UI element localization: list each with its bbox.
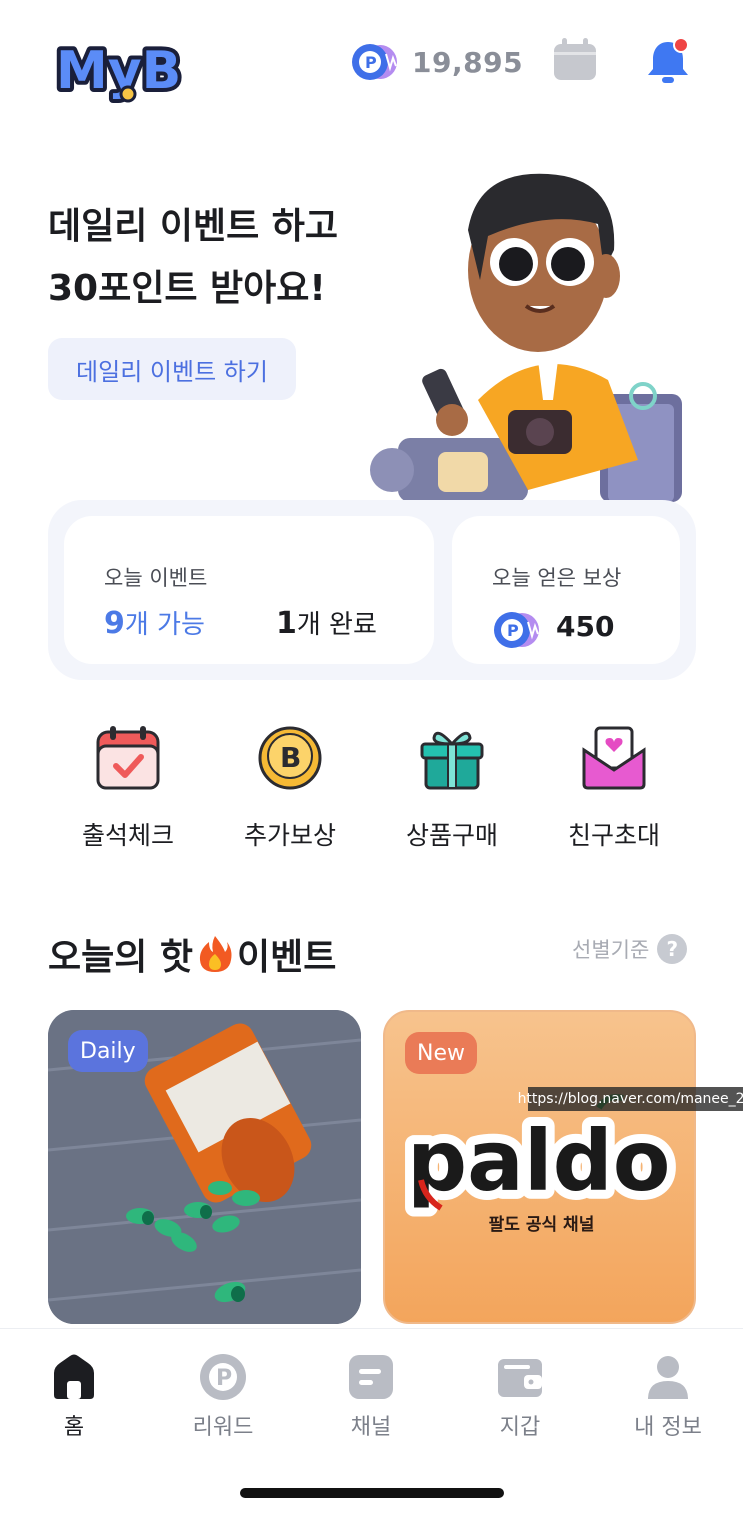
bonus-coin-icon: B: [258, 726, 322, 790]
nav-label: 홈: [63, 1415, 85, 1440]
nav-label: 채널: [350, 1415, 392, 1440]
event-tag-daily: Daily: [68, 1030, 148, 1072]
home-indicator[interactable]: [240, 1488, 504, 1498]
available-unit: 개 가능: [124, 610, 205, 640]
hero-title: 데일리 이벤트 하고 30포인트 받아요!: [48, 196, 338, 320]
available-events: 9개 가능: [104, 604, 205, 641]
quick-menu: 출석체크 B 추가보상 상품구매 친구초대: [48, 722, 696, 862]
available-count: 9: [104, 606, 125, 641]
calendar-icon: [554, 38, 596, 80]
quick-menu-label: 친구초대: [567, 821, 660, 850]
today-reward-panel[interactable]: 오늘 얻은 보상 P 450: [452, 516, 680, 664]
channel-icon: [349, 1355, 393, 1399]
criteria-label: 선별기준: [572, 938, 650, 962]
paldo-subtitle: 팔도 공식 채널: [488, 1215, 595, 1235]
completed-events: 1개 완료: [276, 604, 377, 641]
quick-menu-attendance[interactable]: 출석체크: [48, 722, 208, 862]
svg-text:P: P: [365, 53, 377, 72]
svg-text:B: B: [280, 741, 301, 774]
today-events-panel[interactable]: 오늘 이벤트 9개 가능 1개 완료: [64, 516, 434, 664]
attendance-calendar-icon: [96, 726, 160, 790]
hot-events-title-suffix: 이벤트: [237, 937, 337, 978]
myb-logo[interactable]: MyB MyB: [52, 36, 194, 106]
hero-title-line1: 데일리 이벤트 하고: [48, 206, 339, 247]
quick-menu-label: 출석체크: [81, 821, 174, 850]
gift-box-icon: [420, 731, 484, 790]
reward-p-icon: P: [200, 1354, 246, 1400]
hero-title-line2: 30포인트 받아요!: [48, 268, 326, 309]
notification-dot: [673, 37, 689, 53]
quick-menu-shop[interactable]: 상품구매: [372, 722, 532, 862]
points-value: 19,895: [412, 45, 524, 79]
event-card-paldo[interactable]: paldo paldo 팔도 공식 채널 New: [383, 1010, 696, 1324]
nav-reward[interactable]: P 리워드: [163, 1351, 283, 1441]
p-coin-icon: P: [352, 44, 397, 80]
calendar-button[interactable]: [552, 36, 598, 82]
character-illustration: [370, 173, 682, 502]
svg-text:P: P: [216, 1366, 232, 1391]
app-header: MyB MyB P 19,895: [0, 0, 743, 120]
logo-text: MyB: [56, 41, 181, 101]
nav-my-info[interactable]: 내 정보: [608, 1351, 728, 1441]
p-coin-icon: P: [494, 612, 539, 648]
nav-home[interactable]: 홈: [14, 1351, 134, 1441]
help-icon: ?: [657, 934, 688, 964]
quick-menu-bonus[interactable]: B 추가보상: [210, 722, 370, 862]
today-reward-value: 450: [556, 610, 615, 643]
done-count: 1: [276, 606, 297, 641]
wallet-icon: [498, 1359, 542, 1397]
hot-events-title-prefix: 오늘의 핫: [48, 937, 194, 978]
done-unit: 개 완료: [296, 610, 377, 640]
quick-menu-label: 상품구매: [405, 821, 498, 850]
nav-label: 내 정보: [634, 1415, 702, 1440]
quick-menu-invite[interactable]: 친구초대: [534, 722, 694, 862]
home-icon: [54, 1354, 94, 1399]
today-reward-label: 오늘 얻은 보상: [492, 566, 622, 590]
today-events-label: 오늘 이벤트: [104, 566, 208, 590]
nav-channel[interactable]: 채널: [311, 1351, 431, 1441]
profile-icon: [648, 1356, 688, 1399]
hot-events-title: 오늘의 핫 이벤트: [48, 928, 336, 980]
invite-envelope-icon: [582, 726, 646, 790]
points-balance[interactable]: P 19,895: [350, 40, 523, 84]
event-card-daily[interactable]: Daily: [48, 1010, 361, 1324]
event-tag-new: New: [405, 1032, 477, 1074]
bell-icon: [648, 37, 689, 83]
today-summary-card: 오늘 이벤트 9개 가능 1개 완료 오늘 얻은 보상 P 450: [48, 500, 696, 680]
notification-button[interactable]: [644, 36, 692, 86]
quick-menu-label: 추가보상: [243, 821, 336, 850]
selection-criteria-link[interactable]: 선별기준 ?: [572, 934, 688, 964]
blog-watermark: https://blog.naver.com/manee_20: [518, 1087, 743, 1111]
paldo-logo-text: paldo: [407, 1112, 670, 1210]
daily-event-button[interactable]: 데일리 이벤트 하기: [48, 338, 296, 400]
nav-label: 지갑: [499, 1415, 541, 1440]
svg-text:P: P: [507, 621, 519, 640]
fire-icon: [199, 936, 232, 972]
nav-wallet[interactable]: 지갑: [460, 1351, 580, 1441]
nav-label: 리워드: [192, 1415, 254, 1440]
